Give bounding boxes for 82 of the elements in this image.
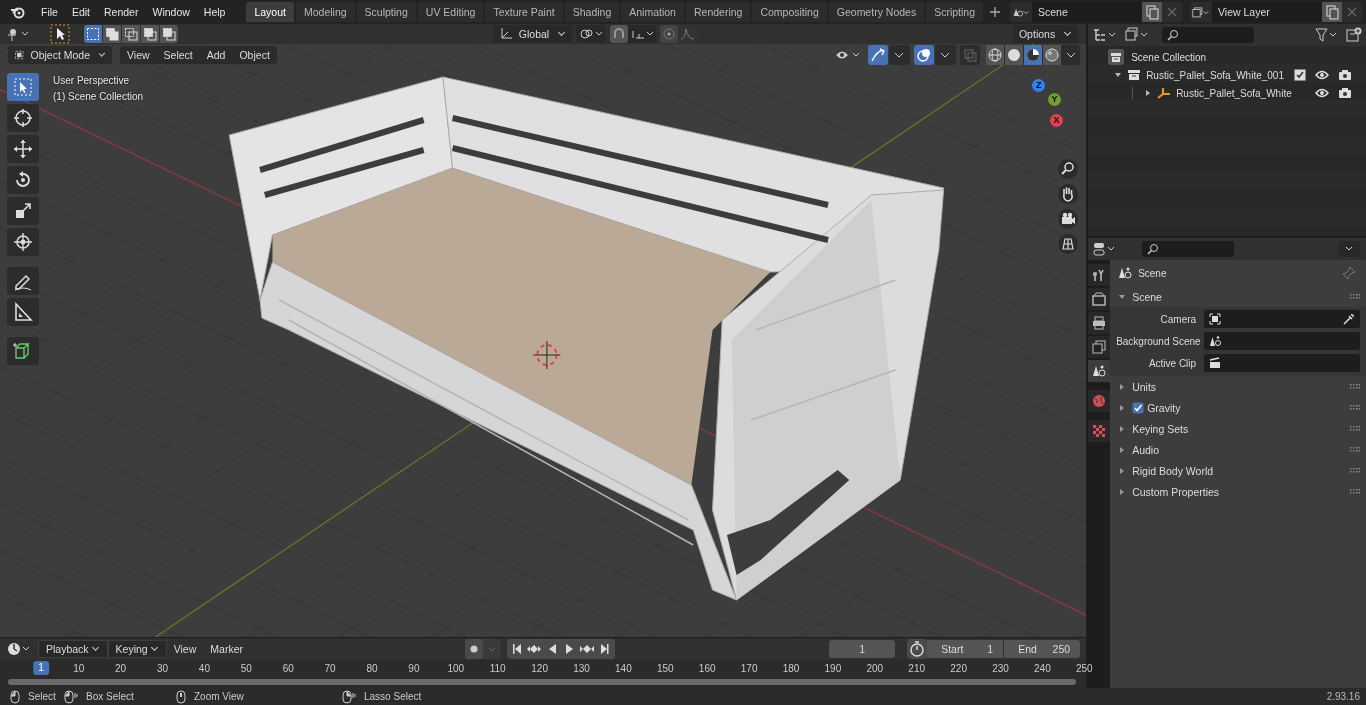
header-menu[interactable]: View: [120, 46, 157, 64]
axis-gizmo[interactable]: Z Y X: [1010, 77, 1071, 137]
start-frame-field[interactable]: Start 1: [927, 640, 1004, 658]
frame-number: 140: [615, 663, 632, 674]
menu-item[interactable]: Edit: [64, 6, 97, 18]
outliner-item[interactable]: Rustic_Pallet_Sofa_White: [1176, 87, 1292, 99]
frame-number: 120: [531, 663, 548, 674]
workspace-tab[interactable]: Compositing: [752, 2, 827, 22]
axis-dot[interactable]: X: [1050, 114, 1064, 127]
frame-number: 160: [698, 663, 716, 674]
current-frame-field[interactable]: 1: [829, 640, 896, 658]
frame-number: 110: [489, 663, 506, 674]
frame-number: 70: [324, 663, 336, 674]
frame-number: 180: [782, 663, 800, 674]
panel-title[interactable]: Units: [1132, 380, 1157, 393]
status-hint: Zoom View: [194, 691, 244, 702]
frame-number: 100: [447, 663, 465, 674]
timeline-menu[interactable]: View: [166, 640, 204, 658]
workspace-tab[interactable]: Layout: [246, 2, 294, 22]
frame-number: 30: [156, 663, 169, 674]
timeline-menu[interactable]: Marker: [203, 640, 250, 658]
header-menu[interactable]: Object: [232, 46, 277, 64]
panel-title[interactable]: Audio: [1132, 443, 1159, 456]
frame-number: 240: [1034, 663, 1051, 674]
collection-label: (1) Scene Collection: [53, 91, 144, 102]
frame-number: 230: [992, 663, 1009, 674]
outliner-item[interactable]: Scene Collection: [1131, 51, 1207, 63]
frame-number: 130: [573, 663, 590, 674]
panel-title[interactable]: Keying Sets: [1132, 422, 1189, 435]
frame-number: 10: [73, 663, 85, 674]
field-label: Active Clip: [1147, 357, 1197, 369]
frame-number: 60: [282, 663, 294, 674]
frame-number: 20: [115, 663, 127, 674]
end-frame-field[interactable]: End 250: [1004, 640, 1081, 658]
view-layer-field[interactable]: View Layer: [1212, 2, 1322, 22]
transform-orientation-dropdown[interactable]: Global: [492, 25, 573, 43]
context-label: Scene: [1138, 267, 1167, 279]
scene-name-field[interactable]: Scene: [1032, 2, 1142, 22]
options-dropdown[interactable]: Options: [1012, 25, 1079, 43]
menu-item[interactable]: Help: [196, 6, 233, 18]
current-frame-marker[interactable]: 1: [33, 661, 49, 675]
timeline-menu[interactable]: Playback: [38, 640, 108, 658]
workspace-tab[interactable]: Shading: [564, 2, 620, 22]
workspace-tab[interactable]: Texture Paint: [485, 2, 563, 22]
frame-number: 170: [740, 663, 758, 674]
frame-number: 190: [824, 663, 842, 674]
version-label: 2.93.16: [1326, 691, 1360, 702]
header-menu[interactable]: Select: [156, 46, 200, 64]
frame-number: 40: [198, 663, 210, 674]
outliner-item[interactable]: Rustic_Pallet_Sofa_White_001: [1146, 69, 1284, 81]
mode-dropdown[interactable]: Object Mode: [8, 46, 112, 64]
menu-item[interactable]: File: [34, 6, 65, 18]
workspace-tab[interactable]: Scripting: [926, 2, 983, 22]
menu-item[interactable]: Render: [97, 6, 146, 18]
workspace-tab[interactable]: Rendering: [685, 2, 751, 22]
panel-title[interactable]: Rigid Body World: [1132, 464, 1214, 477]
workspace-tab[interactable]: Modeling: [295, 2, 355, 22]
field-label: Camera: [1159, 313, 1197, 325]
panel-title[interactable]: Custom Properties: [1132, 485, 1220, 498]
frame-number: 50: [240, 663, 252, 674]
frame-number: 150: [656, 663, 674, 674]
frame-number: 80: [366, 663, 378, 674]
workspace-tab[interactable]: UV Editing: [417, 2, 484, 22]
timeline-menu[interactable]: Keying: [107, 640, 167, 658]
frame-number: 210: [908, 663, 926, 674]
workspace-tab[interactable]: Sculpting: [356, 2, 416, 22]
frame-number: 220: [950, 663, 967, 674]
axis-dot[interactable]: Y: [1048, 93, 1062, 106]
status-hint: Lasso Select: [364, 691, 422, 702]
frame-number: 200: [866, 663, 884, 674]
status-hint: Box Select: [86, 691, 134, 702]
axis-dot[interactable]: Z: [1032, 79, 1046, 92]
frame-number: 90: [408, 663, 420, 674]
frame-number: 250: [1075, 663, 1093, 674]
view-name-label: User Perspective: [53, 75, 131, 86]
menu-item[interactable]: Window: [145, 6, 197, 18]
header-menu[interactable]: Add: [199, 46, 233, 64]
workspace-tab[interactable]: Geometry Nodes: [828, 2, 925, 22]
panel-title[interactable]: Gravity: [1147, 401, 1181, 414]
panel-title[interactable]: Scene: [1132, 290, 1162, 303]
workspace-tab[interactable]: Animation: [621, 2, 684, 22]
status-hint: Select: [28, 691, 56, 702]
